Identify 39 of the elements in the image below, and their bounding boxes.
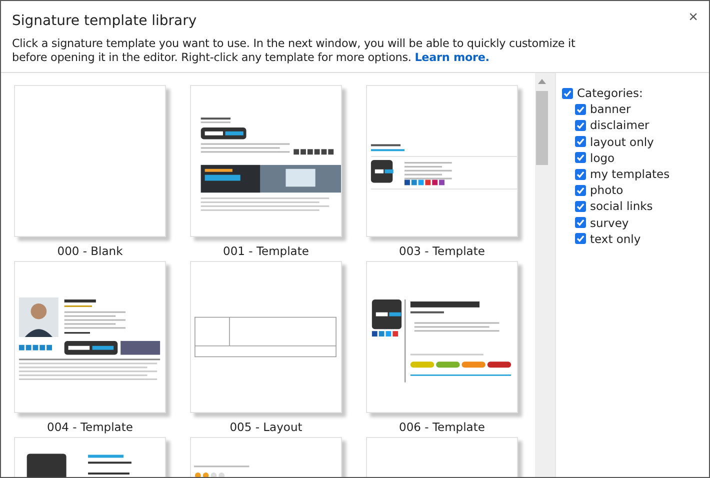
template-label: 001 - Template: [223, 244, 309, 258]
close-button[interactable]: ×: [686, 9, 700, 27]
checkbox[interactable]: [575, 200, 586, 212]
checkbox[interactable]: [575, 152, 586, 164]
checkbox-label: photo: [590, 183, 624, 198]
checkbox[interactable]: [562, 88, 573, 99]
template-label: 004 - Template: [47, 420, 133, 434]
template-thumbnail[interactable]: [14, 85, 166, 237]
checkbox-label: text only: [590, 232, 641, 246]
template-thumbnail[interactable]: [366, 85, 518, 237]
template-thumbnail[interactable]: [366, 261, 518, 413]
checkbox-label: disclaimer: [590, 118, 650, 132]
template-label: 005 - Layout: [230, 420, 302, 434]
checkbox-label: layout only: [590, 134, 654, 149]
scroll-up-icon[interactable]: [538, 78, 546, 84]
dialog-title: Signature template library: [12, 13, 197, 29]
checkbox-label: my templates: [590, 167, 670, 182]
checkbox[interactable]: [575, 233, 586, 244]
checkbox[interactable]: [575, 120, 586, 131]
checkbox[interactable]: [575, 168, 586, 180]
checkbox-label: banner: [590, 102, 631, 116]
scrollbar[interactable]: [535, 73, 555, 477]
scrollbar-thumb[interactable]: [536, 91, 548, 165]
learn-more-link[interactable]: Learn more.: [414, 51, 490, 64]
template-thumbnail[interactable]: [14, 261, 166, 413]
checkbox-label: Categories:: [577, 86, 643, 100]
template-label: 000 - Blank: [57, 244, 123, 258]
checkbox[interactable]: [575, 184, 586, 196]
checkbox-label: social links: [590, 199, 653, 214]
checkbox[interactable]: [575, 136, 586, 148]
template-label: 003 - Template: [399, 244, 485, 258]
template-thumbnail[interactable]: [190, 261, 342, 413]
description-text: Click a signature template you want to use. In the next window, you will be able to quickly customize it before opening it in the editor. Right-click any template for more options. Learn more.: [12, 37, 576, 65]
checkbox[interactable]: [575, 104, 586, 115]
checkbox-label: logo: [590, 150, 615, 165]
checkbox-label: survey: [590, 216, 629, 230]
template-thumbnail[interactable]: [190, 85, 342, 237]
checkbox[interactable]: [575, 217, 586, 228]
template-label: 006 - Template: [399, 420, 485, 434]
